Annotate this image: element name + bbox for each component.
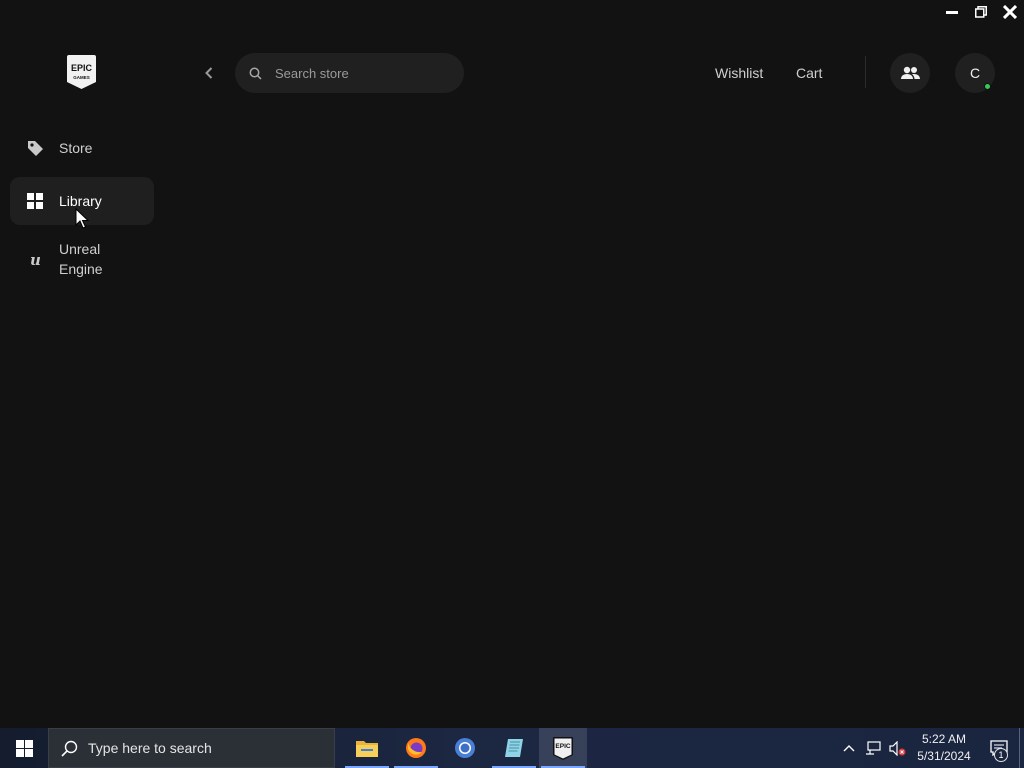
cart-link[interactable]: Cart [796,64,822,82]
online-status-dot [984,83,991,90]
network-icon [866,740,881,755]
svg-text:u: u [30,251,41,268]
tag-icon [26,139,44,157]
taskbar-search-box[interactable]: Type here to search [48,728,335,768]
show-desktop-button[interactable] [1019,728,1024,768]
epic-games-logo[interactable]: EPIC GAMES [67,55,96,89]
taskbar-app-epic-games[interactable]: EPIC [539,728,587,768]
friends-icon [901,66,920,79]
logo-text-epic: EPIC [71,63,93,73]
system-tray: 5:22 AM 5/31/2024 1 [837,728,1024,768]
avatar: C [969,65,981,81]
start-button[interactable] [0,728,48,768]
sidebar-item-library[interactable]: Library [10,177,154,225]
epic-games-icon: EPIC [553,736,573,760]
volume-button[interactable] [885,728,909,768]
wishlist-link[interactable]: Wishlist [715,64,763,82]
search-store-box[interactable] [235,53,464,93]
sidebar-item-label: Unreal Engine [59,241,103,277]
close-icon [1002,5,1017,19]
sidebar-item-label: Library [59,193,102,209]
taskbar-app-chrome[interactable] [441,728,489,768]
clock-date: 5/31/2024 [917,749,971,763]
account-avatar-button[interactable]: C [955,53,995,93]
header-divider [865,56,866,88]
restore-button[interactable] [966,0,995,24]
sidebar-nav: Store Library u Unreal Engine [10,124,154,293]
show-hidden-icons-button[interactable] [837,728,861,768]
windows-taskbar: Type here to search EPIC 5:22 AM 5/31/20… [0,728,1024,768]
search-icon [61,740,78,757]
file-explorer-icon [356,741,378,757]
sidebar-item-label: Store [59,140,93,156]
unreal-engine-icon: u [26,250,44,268]
windows-logo-icon [15,739,33,757]
firefox-icon [406,738,426,758]
sidebar-item-unreal-engine[interactable]: u Unreal Engine [10,230,154,288]
grid-icon [26,192,44,210]
taskbar-apps: EPIC [343,728,588,768]
search-icon [248,66,262,80]
clock-time: 5:22 AM [921,732,967,746]
taskbar-logo-text: EPIC [555,743,570,750]
chrome-icon [455,738,475,758]
logo-text-games: GAMES [73,75,90,80]
taskbar-app-firefox[interactable] [392,728,440,768]
friends-button[interactable] [890,53,930,93]
taskbar-app-notepad[interactable] [490,728,538,768]
window-controls [937,0,1024,24]
minimize-button[interactable] [937,0,966,24]
taskbar-clock[interactable]: 5:22 AM 5/31/2024 [909,731,979,765]
close-button[interactable] [995,0,1024,24]
restore-icon [974,6,987,18]
minimize-icon [945,11,958,14]
network-button[interactable] [861,728,885,768]
notification-count-badge: 1 [994,748,1008,762]
sidebar-item-store[interactable]: Store [10,124,154,172]
taskbar-search-placeholder: Type here to search [88,740,212,756]
action-center-button[interactable]: 1 [979,728,1019,768]
taskbar-app-file-explorer[interactable] [343,728,391,768]
back-button[interactable] [199,63,219,83]
search-input[interactable] [275,65,455,81]
chevron-left-icon [205,67,213,79]
volume-muted-icon [888,740,905,756]
notepad-icon [505,739,523,757]
chevron-up-icon [843,745,855,752]
